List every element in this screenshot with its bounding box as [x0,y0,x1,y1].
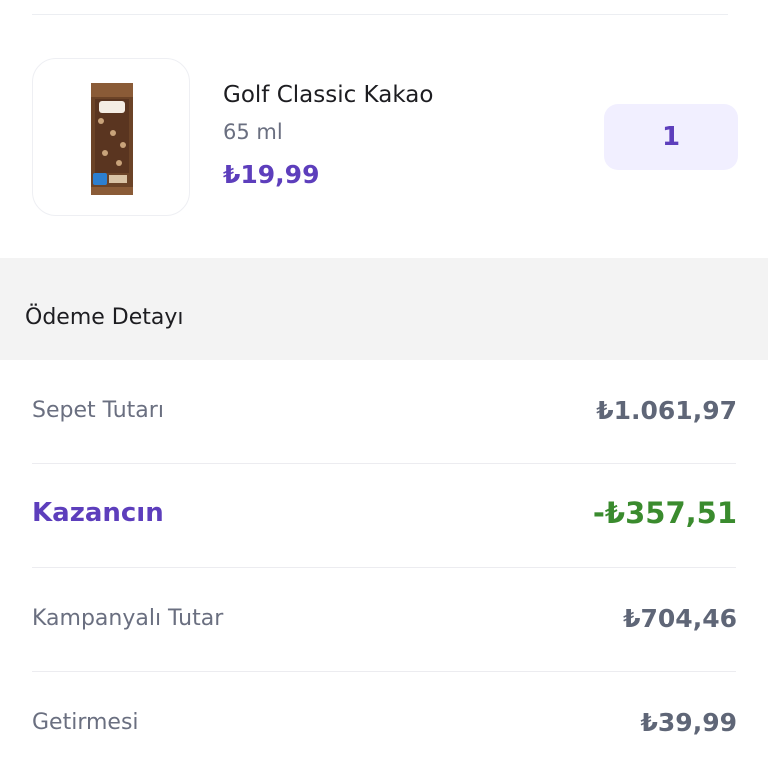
row-savings: Kazancın -₺357,51 [0,464,768,568]
product-name: Golf Classic Kakao [223,82,434,108]
basket-total-value: ₺1.061,97 [596,396,737,425]
product-size: 65 ml [223,120,283,144]
savings-label: Kazancın [32,498,164,528]
row-basket-total: Sepet Tutarı ₺1.061,97 [0,360,768,464]
product-price: ₺19,99 [223,160,320,189]
section-title: Ödeme Detayı [25,305,184,330]
campaign-total-label: Kampanyalı Tutar [32,606,224,631]
savings-value: -₺357,51 [592,496,737,530]
row-delivery-fee: Getirmesi ₺39,99 [0,672,768,768]
payment-details-header: Ödeme Detayı [0,258,768,360]
delivery-fee-value: ₺39,99 [640,708,737,737]
top-divider [32,14,728,15]
product-image[interactable] [32,58,190,216]
delivery-fee-label: Getirmesi [32,710,139,735]
quantity-button[interactable]: 1 [604,104,738,170]
row-campaign-total: Kampanyalı Tutar ₺704,46 [0,568,768,672]
basket-total-label: Sepet Tutarı [32,398,164,423]
cart-item: Golf Classic Kakao 65 ml ₺19,99 1 [0,40,768,240]
ice-cream-bar-icon [91,83,133,195]
campaign-total-value: ₺704,46 [623,604,737,633]
